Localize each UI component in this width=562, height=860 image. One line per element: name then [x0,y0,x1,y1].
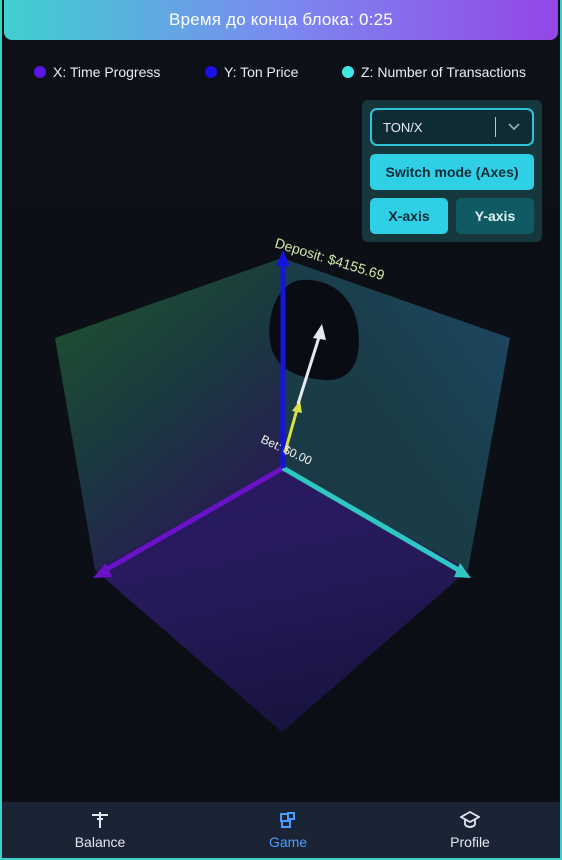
balance-icon [90,810,110,830]
game-icon [278,810,298,830]
tab-balance-label: Balance [74,834,126,850]
tab-profile[interactable]: Profile [410,802,530,858]
y-axis-button[interactable]: Y-axis [456,198,534,234]
profile-icon [460,810,480,830]
pair-select-value: TON/X [383,119,423,135]
tab-balance[interactable]: Balance [40,802,160,858]
game-screen: Время до конца блока: 0:25 X: Time Progr… [0,0,562,860]
tab-game-label: Game [268,834,308,850]
chevron-down-icon[interactable] [496,122,532,132]
tab-game[interactable]: Game [228,802,348,858]
x-axis-button[interactable]: X-axis [370,198,448,234]
controls-panel: TON/X Switch mode (Axes) X-axis Y-axis [362,100,542,242]
tab-profile-label: Profile [450,834,490,850]
switch-mode-button[interactable]: Switch mode (Axes) [370,154,534,190]
pair-select[interactable]: TON/X [370,108,534,146]
bottom-tab-bar: Balance Game Profile [2,802,560,858]
